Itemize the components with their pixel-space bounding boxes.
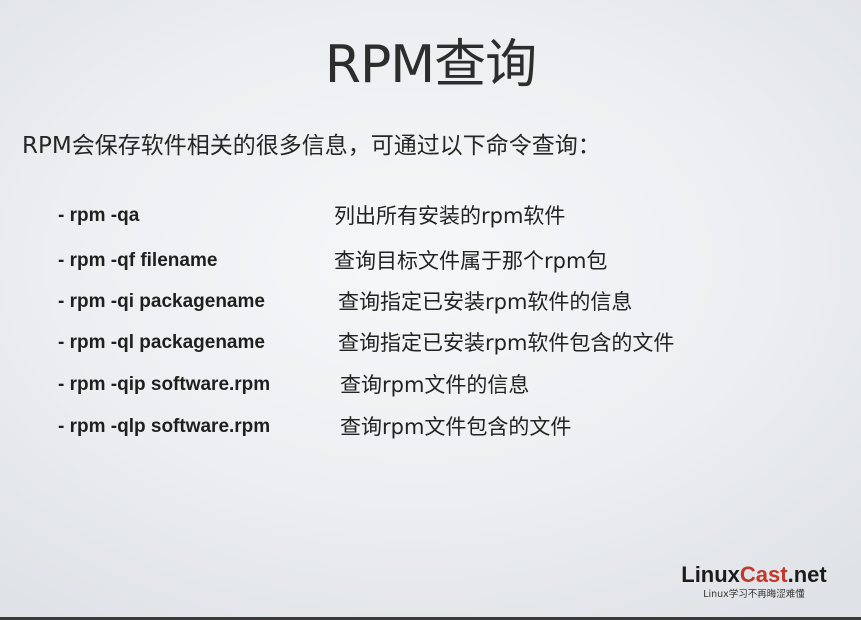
intro-text: RPM会保存软件相关的很多信息，可通过以下命令查询：	[22, 133, 601, 159]
command-description: 查询目标文件属于那个rpm包	[334, 249, 608, 273]
slide-title: RPM查询	[324, 35, 537, 95]
logo-wordmark: LinuxCast.net	[664, 562, 844, 588]
command-row: - rpm -qip software.rpm 查询rpm文件的信息	[0, 365, 861, 405]
command-text: - rpm -ql packagename	[58, 332, 265, 353]
command-text: - rpm -qf filename	[58, 250, 218, 271]
command-description: 查询指定已安装rpm软件包含的文件	[338, 331, 675, 355]
command-text: - rpm -qlp software.rpm	[58, 416, 271, 437]
command-text: - rpm -qip software.rpm	[58, 374, 271, 395]
command-row: - rpm -ql packagename 查询指定已安装rpm软件包含的文件	[0, 323, 861, 363]
command-row: - rpm -qf filename 查询目标文件属于那个rpm包	[0, 241, 861, 281]
command-text: - rpm -qi packagename	[58, 291, 265, 312]
logo-wordmark-cast: Cast	[739, 562, 788, 587]
command-description: 查询rpm文件的信息	[340, 373, 530, 397]
command-text: - rpm -qa	[58, 205, 140, 226]
command-description: 查询指定已安装rpm软件的信息	[338, 290, 633, 314]
command-row: - rpm -qa 列出所有安装的rpm软件	[0, 196, 861, 236]
command-row: - rpm -qi packagename 查询指定已安装rpm软件的信息	[0, 282, 861, 322]
linuxcast-logo: LinuxCast.net Linux学习不再晦涩难懂	[664, 562, 844, 602]
command-row: - rpm -qlp software.rpm 查询rpm文件包含的文件	[0, 407, 861, 447]
logo-wordmark-net: .net	[787, 562, 827, 587]
command-description: 列出所有安装的rpm软件	[334, 204, 566, 228]
logo-wordmark-linux: Linux	[681, 562, 740, 587]
command-description: 查询rpm文件包含的文件	[340, 415, 572, 439]
logo-tagline: Linux学习不再晦涩难懂	[703, 589, 805, 600]
